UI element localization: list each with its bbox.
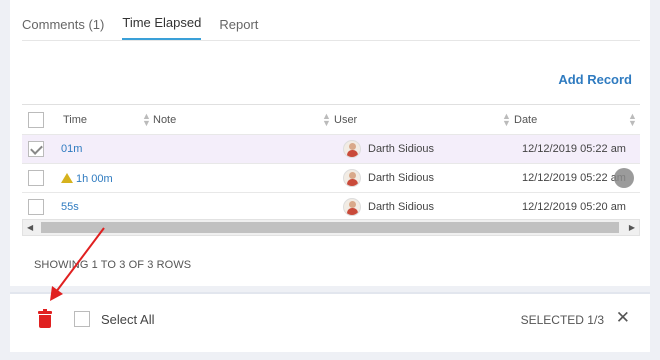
user-avatar (343, 169, 361, 187)
date-value: 12/12/2019 05:20 am (522, 201, 626, 213)
table-row[interactable]: 1h 00m Darth Sidious 12/12/2019 05:22 am (22, 163, 640, 192)
user-avatar (343, 140, 361, 158)
select-all-rows-checkbox[interactable] (28, 111, 44, 128)
tab-comments[interactable]: Comments (1) (22, 17, 104, 40)
sort-icon[interactable]: ▲ ▼ (502, 111, 511, 127)
tab-report[interactable]: Report (219, 17, 258, 40)
scroll-right-icon[interactable]: ▶ (629, 223, 635, 232)
date-value: 12/12/2019 05:22 am (522, 143, 626, 155)
sort-icon[interactable]: ▲ ▼ (322, 111, 331, 127)
tab-bar: Comments (1) Time Elapsed Report (22, 0, 258, 40)
column-header-date[interactable]: Date (514, 114, 537, 126)
horizontal-scrollbar[interactable]: ◀ ▶ (22, 219, 640, 236)
user-name: Darth Sidious (368, 201, 435, 213)
time-text[interactable]: 1h 00m (76, 173, 113, 185)
pagination-summary: SHOWING 1 TO 3 OF 3 ROWS (34, 259, 192, 271)
row-menu-handle[interactable] (614, 168, 634, 188)
add-record-button[interactable]: Add Record (558, 72, 632, 87)
column-header-note[interactable]: Note (153, 114, 176, 126)
user-avatar (343, 198, 361, 216)
select-all-checkbox[interactable] (74, 311, 90, 327)
sort-icon[interactable]: ▲ ▼ (628, 111, 637, 127)
time-value[interactable]: 1h 00m (61, 172, 113, 185)
tab-time-elapsed[interactable]: Time Elapsed (122, 15, 202, 40)
user-name: Darth Sidious (368, 143, 435, 155)
date-value: 12/12/2019 05:22 am (522, 172, 626, 184)
table-row[interactable]: 55s Darth Sidious 12/12/2019 05:20 am (22, 192, 640, 221)
tabs-divider (22, 40, 640, 41)
column-header-user[interactable]: User (334, 114, 357, 126)
warning-icon (61, 172, 73, 183)
table-header-row: Time ▲ ▼ Note ▲ ▼ User ▲ ▼ Date ▲ ▼ (22, 104, 640, 134)
select-all-label[interactable]: Select All (101, 312, 154, 327)
user-name: Darth Sidious (368, 172, 435, 184)
column-header-time[interactable]: Time (63, 114, 87, 126)
time-elapsed-panel: Comments (1) Time Elapsed Report Add Rec… (10, 0, 650, 286)
close-icon[interactable]: ✕ (616, 308, 630, 328)
selected-count: SELECTED 1/3 (520, 313, 604, 327)
table-row[interactable]: 01m Darth Sidious 12/12/2019 05:22 am (22, 134, 640, 163)
row-checkbox[interactable] (28, 170, 44, 186)
trash-icon[interactable] (38, 309, 52, 328)
records-table: Time ▲ ▼ Note ▲ ▼ User ▲ ▼ Date ▲ ▼ 01m Dart… (22, 104, 640, 221)
bulk-action-bar: Select All SELECTED 1/3 ✕ (10, 292, 650, 352)
sort-icon[interactable]: ▲ ▼ (142, 111, 151, 127)
time-value[interactable]: 01m (61, 143, 82, 155)
row-checkbox[interactable] (28, 199, 44, 215)
scroll-left-icon[interactable]: ◀ (27, 223, 33, 232)
row-checkbox[interactable] (28, 141, 44, 157)
scrollbar-thumb[interactable] (41, 222, 619, 233)
time-value[interactable]: 55s (61, 201, 79, 213)
